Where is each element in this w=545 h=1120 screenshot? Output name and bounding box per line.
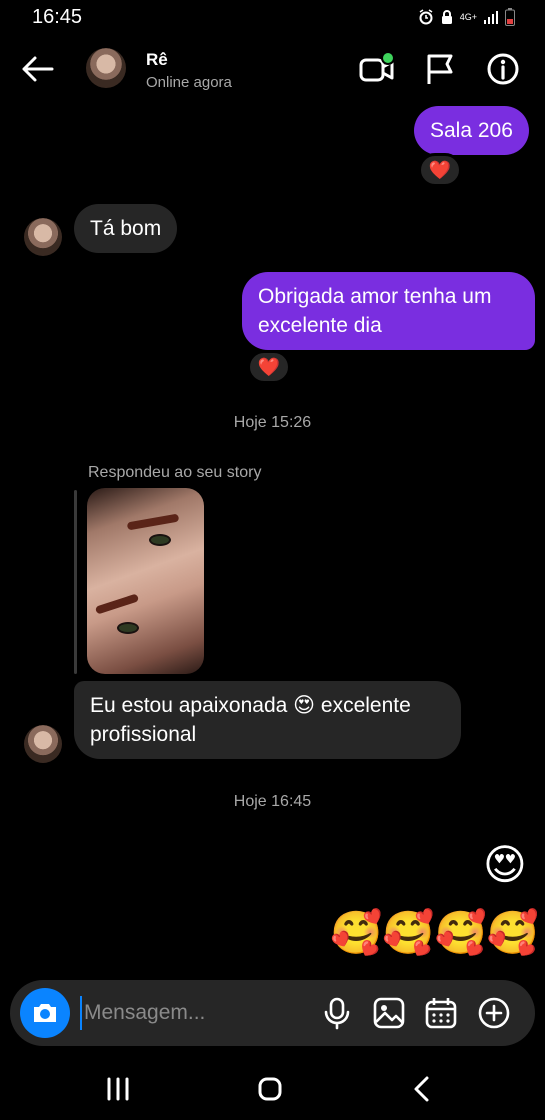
story-thumbnail[interactable] [87,488,204,674]
outgoing-message[interactable]: Obrigada amor tenha um excelente dia [242,272,535,350]
eye-shape [149,534,171,546]
eyebrow-shape [126,513,180,531]
flag-icon[interactable] [422,50,460,88]
info-icon[interactable] [484,50,522,88]
back-arrow-icon[interactable] [18,52,58,86]
video-call-icon[interactable] [358,50,396,88]
eye-shape [117,622,139,634]
add-icon[interactable] [477,996,511,1030]
heart-reaction[interactable]: ❤️ [247,350,291,384]
contact-name[interactable]: Rê [146,50,168,70]
alarm-icon [419,9,433,25]
home-icon[interactable] [250,1074,290,1104]
incoming-message[interactable]: Tá bom [74,204,178,253]
story-reply-caption: Respondeu ao seu story [88,464,262,481]
timestamp: Hoje 15:26 [233,414,312,431]
sender-avatar[interactable] [24,725,62,763]
incoming-message[interactable]: Eu estou apaixonada 😍 excelente profissi… [74,681,461,759]
message-text: Tá bom [90,217,162,240]
battery-icon [505,8,515,26]
camera-button[interactable] [20,988,70,1038]
emoji-message[interactable]: 🥰🥰🥰🥰 [330,909,539,957]
eyebrow-shape [94,593,140,615]
status-bar: 16:45 4G+ [0,0,545,34]
camera-icon [34,1004,56,1022]
lock-icon [441,10,452,24]
heart-emoji: ❤️ [428,159,452,180]
status-time: 16:45 [32,6,83,28]
gallery-icon[interactable] [372,996,406,1030]
reply-indicator-line [74,490,77,674]
message-text: Obrigada amor tenha um excelente dia [258,285,492,337]
heart-emoji: ❤️ [257,356,281,377]
calendar-sticker-icon[interactable] [424,996,458,1030]
heart-reaction[interactable]: ❤️ [418,153,462,187]
network-type: 4G+ [459,12,477,22]
signal-icon [484,11,498,24]
contact-avatar[interactable] [86,48,126,88]
sender-avatar[interactable] [24,218,62,256]
timestamp: Hoje 16:45 [233,793,312,810]
outgoing-message[interactable]: Sala 206 [414,106,529,155]
message-text: Sala 206 [430,119,513,142]
message-text: Eu estou apaixonada 😍 excelente profissi… [90,694,411,746]
microphone-icon[interactable] [320,996,354,1030]
chat-header: Rê Online agora [0,38,545,104]
emoji-message[interactable]: 😍 [483,841,527,889]
status-icons: 4G+ [418,8,515,26]
system-nav-bar [0,1060,545,1120]
message-composer [10,980,535,1046]
message-input[interactable] [80,996,300,1030]
contact-status: Online agora [146,74,232,91]
system-back-icon[interactable] [402,1074,442,1104]
recent-apps-icon[interactable] [98,1074,138,1104]
